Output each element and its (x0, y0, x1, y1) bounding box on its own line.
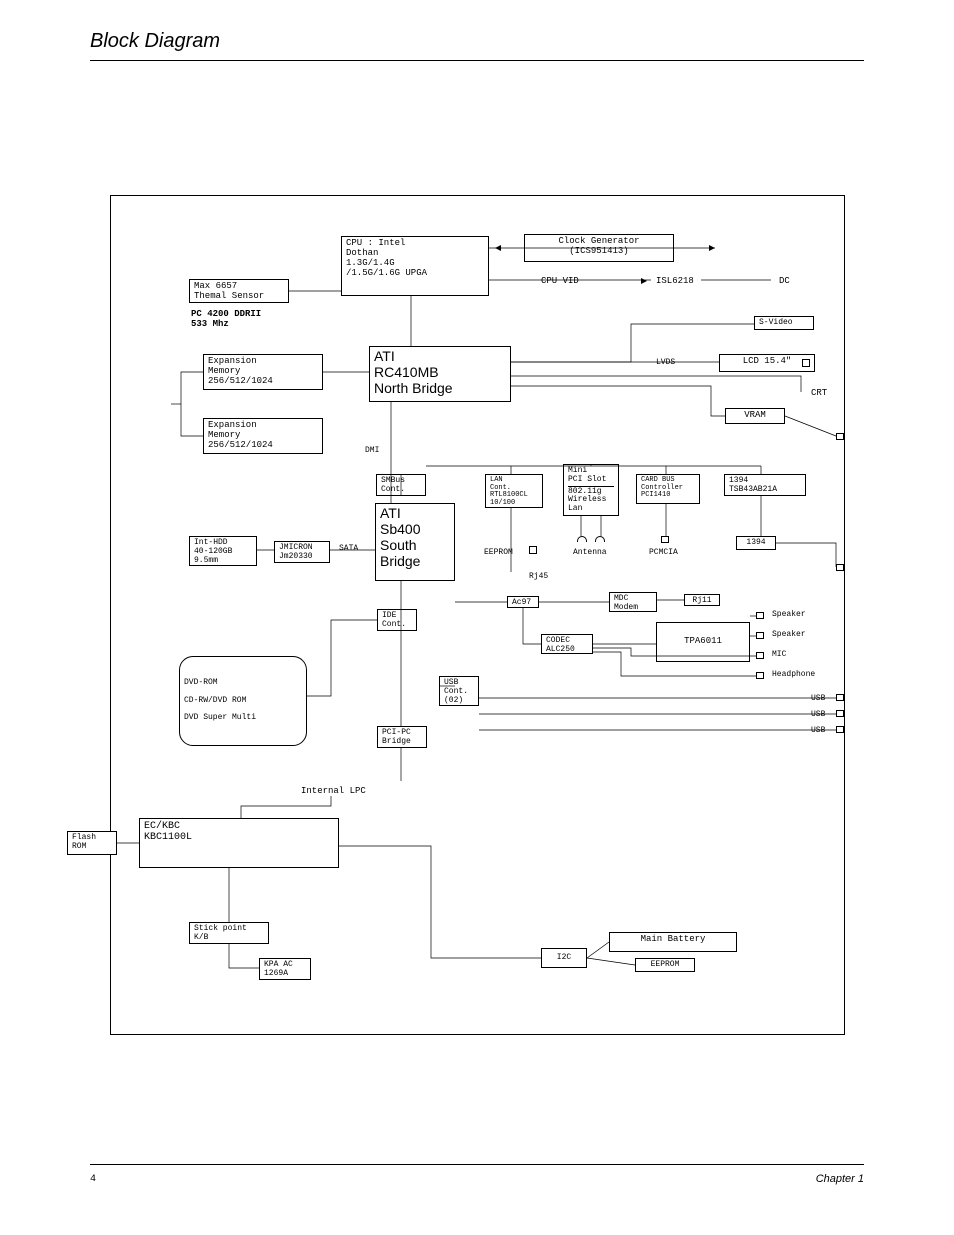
thermal-sensor-block: Max 6657 Themal Sensor (189, 279, 289, 303)
usb2-label: USB (811, 710, 825, 719)
headphone-label: Headphone (772, 670, 815, 679)
footer-page-number: 4 (90, 1174, 96, 1185)
expansion-memory-2: ExpansionMemory256/512/1024 (203, 418, 323, 454)
optical-drive-block: DVD-ROMCD-RW/DVD ROMDVD Super Multi (179, 656, 307, 746)
internal-lpc-label: Internal LPC (301, 786, 366, 796)
jmicron-block: JMICRONJm20330 (274, 541, 330, 563)
usb1-label: USB (811, 694, 825, 703)
usb1-port (836, 694, 844, 701)
antenna-icon (577, 536, 587, 542)
sata-label: SATA (339, 544, 358, 553)
i2c-block: I2C (541, 948, 587, 968)
lvds-label: LVDS (656, 358, 675, 367)
clockgen-line2: (ICS951413) (569, 246, 628, 256)
speaker1-port (756, 612, 764, 619)
thermal-line1: Max 6657 (194, 281, 237, 291)
footer-divider (90, 1164, 864, 1165)
south-bridge-block: ATI Sb400 South Bridge (375, 503, 455, 581)
stickpoint-block: Stick pointK/B (189, 922, 269, 944)
expansion-memory-1: ExpansionMemory256/512/1024 (203, 354, 323, 390)
clockgen-line1: Clock Generator (558, 236, 639, 246)
cpu-line2: Dothan (346, 248, 378, 258)
eckbc-block: EC/KBCKBC1100L (139, 818, 339, 868)
pcmcia-port-icon (661, 536, 669, 543)
clock-generator-block: Clock Generator (ICS951413) (524, 234, 674, 262)
mic-label: MIC (772, 650, 786, 659)
cardbus-block: CARD BUSControllerPCI1410 (636, 474, 700, 504)
hdd-block: Int-HDD40-120GB9.5mm (189, 536, 257, 566)
eeprom-icon (529, 546, 537, 554)
lcd-port-icon (802, 359, 810, 367)
codec-block: CODECALC250 (541, 634, 593, 654)
usb-cont-block: USBCont.(02) (439, 676, 479, 706)
cpu-line4: /1.5G/1.6G UPGA (346, 268, 427, 278)
mdc-modem-block: MDCModem (609, 592, 657, 612)
rj45-label: Rj45 (529, 572, 548, 581)
dc-label: DC (779, 276, 790, 286)
headphone-port (756, 672, 764, 679)
lcd-block: LCD 15.4" (719, 354, 815, 372)
pcmcia-label: PCMCIA (649, 548, 678, 557)
vram-port-icon (836, 433, 844, 440)
ide-block: IDECont. (377, 609, 417, 631)
usb2-port (836, 710, 844, 717)
tpa-block: TPA6011 (656, 622, 750, 662)
kpaac-block: KPA AC1269A (259, 958, 311, 980)
lan-block: LANCont.RTL8100CL10/100 (485, 474, 543, 508)
usb3-label: USB (811, 726, 825, 735)
header-divider (90, 60, 864, 61)
flash-rom-block: FlashROM (67, 831, 117, 855)
cpuvid-label: CPU VID (541, 276, 579, 286)
block-diagram: CPU : Intel Dothan 1.3G/1.4G /1.5G/1.6G … (110, 195, 845, 1035)
svideo-block: S-Video (754, 316, 814, 330)
eeprom-label: EEPROM (484, 548, 513, 557)
cpu-block: CPU : Intel Dothan 1.3G/1.4G /1.5G/1.6G … (341, 236, 489, 296)
ac97-block: Ac97 (507, 596, 539, 608)
ieee1394-chip-block: 1394TSB43AB21A (724, 474, 806, 496)
antenna-label: Antenna (573, 548, 607, 557)
ieee1394-port: 1394 (736, 536, 776, 550)
cpu-line3: 1.3G/1.4G (346, 258, 395, 268)
thermal-line2: Themal Sensor (194, 291, 264, 301)
north-bridge-block: ATI RC410MB North Bridge (369, 346, 511, 402)
main-battery-block: Main Battery (609, 932, 737, 952)
pcipc-bridge-block: PCI-PCBridge (377, 726, 427, 748)
page-title: Block Diagram (90, 30, 220, 53)
speaker2-port (756, 632, 764, 639)
mic-port (756, 652, 764, 659)
speaker1-label: Speaker (772, 610, 806, 619)
vram-block: VRAM (725, 408, 785, 424)
mini-pci-block: MiniPCI Slot 802.11gWirelessLan (563, 464, 619, 516)
isl-label: ISL6218 (656, 276, 694, 286)
ieee1394-ext-port-icon (836, 564, 844, 571)
battery-eeprom-block: EEPROM (635, 958, 695, 972)
footer-chapter: Chapter 1 (816, 1173, 864, 1185)
ddr-label: PC 4200 DDRII533 Mhz (191, 309, 261, 329)
smbus-block: SMBusCont. (376, 474, 426, 496)
speaker2-label: Speaker (772, 630, 806, 639)
dmi-label: DMI (365, 446, 379, 455)
usb3-port (836, 726, 844, 733)
crt-label: CRT (811, 388, 827, 398)
antenna-icon-2 (595, 536, 605, 542)
rj11-block: Rj11 (684, 594, 720, 606)
cpu-line1: CPU : Intel (346, 238, 405, 248)
